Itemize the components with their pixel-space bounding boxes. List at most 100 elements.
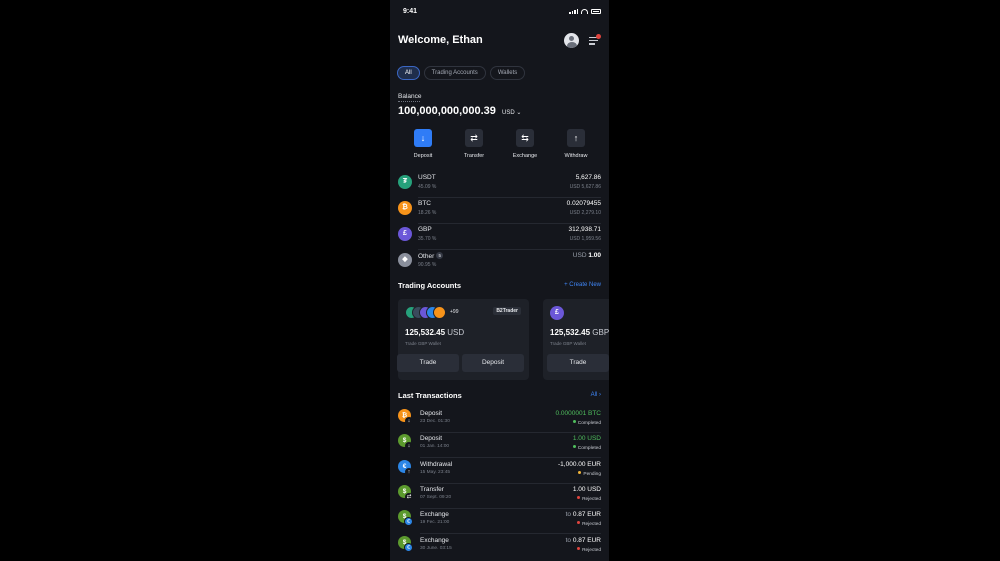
status-badge: Completed bbox=[572, 445, 601, 451]
account-balance: 125,532.45 GBP bbox=[550, 328, 609, 337]
asset-row-gbp[interactable]: £ GBP 35.70 % 312,938.71 USD 1,959.56 bbox=[398, 224, 601, 250]
status-badge: Pending bbox=[578, 471, 601, 477]
deposit-action[interactable]: ↓ Deposit bbox=[398, 129, 448, 159]
euro-icon: € bbox=[404, 543, 413, 552]
status-time: 9:41 bbox=[403, 8, 418, 15]
tab-wallets[interactable]: Wallets bbox=[489, 66, 526, 80]
quick-actions: ↓ Deposit ⇄ Transfer ⇆ Exchange ↑ Withdr… bbox=[398, 129, 601, 159]
status-badge: Completed bbox=[572, 420, 601, 426]
transaction-type: Exchange bbox=[420, 511, 449, 518]
asset-usd-value: USD 2,279.10 bbox=[569, 210, 601, 216]
divider bbox=[420, 457, 601, 458]
transaction-row[interactable]: $ ↓ Deposit 01 Jan. 14:00 1.00 USD Compl… bbox=[398, 433, 601, 458]
asset-amount: 5,627.86 bbox=[575, 174, 601, 181]
asset-amount: 0.02079455 bbox=[566, 200, 601, 207]
transaction-amount: 0.0000001 BTC bbox=[555, 410, 601, 417]
wifi-icon bbox=[581, 8, 588, 14]
trading-account-card[interactable]: +99 B2Trader 125,532.45 USD Trade GBP Wa… bbox=[397, 299, 529, 380]
asset-amount: USD 1.00 bbox=[572, 252, 601, 259]
all-transactions-link[interactable]: All › bbox=[591, 392, 601, 398]
arrow-down-icon: ↓ bbox=[414, 129, 432, 147]
transaction-date: 23 Dec. 01:30 bbox=[420, 419, 450, 424]
trade-button[interactable]: Trade bbox=[397, 354, 459, 372]
divider bbox=[420, 533, 601, 534]
create-new-link[interactable]: + Create New bbox=[564, 282, 601, 288]
trading-account-card[interactable]: £ 125,532.45 GBP Trade GBP Wallet Trade bbox=[543, 299, 609, 380]
transfer-action[interactable]: ⇄ Transfer bbox=[449, 129, 499, 159]
transfer-icon: ⇄ bbox=[465, 129, 483, 147]
currency-label: USD bbox=[502, 110, 515, 116]
tab-trading-accounts[interactable]: Trading Accounts bbox=[423, 66, 486, 80]
bitcoin-icon: ₿ bbox=[398, 201, 412, 215]
signal-icon bbox=[569, 8, 578, 14]
arrow-up-icon: ↑ bbox=[405, 468, 413, 476]
asset-share: 90.95 % bbox=[418, 262, 437, 268]
trade-button[interactable]: Trade bbox=[547, 354, 609, 372]
status-icons bbox=[569, 8, 601, 14]
filter-tabs: All Trading Accounts Wallets bbox=[397, 66, 526, 80]
asset-symbol: USDT bbox=[418, 174, 436, 181]
withdraw-action[interactable]: ↑ Withdraw bbox=[551, 129, 601, 159]
euro-icon: € bbox=[404, 517, 413, 526]
transaction-amount: 1.00 USD bbox=[572, 486, 601, 493]
arrow-down-icon: ↓ bbox=[405, 442, 413, 450]
transaction-type: Exchange bbox=[420, 537, 449, 544]
avatar[interactable] bbox=[564, 33, 579, 48]
asset-share: 35.70 % bbox=[418, 236, 437, 242]
notification-dot bbox=[596, 34, 601, 39]
other-assets-icon: ◆ bbox=[398, 253, 412, 267]
transaction-amount: to 0.87 EUR bbox=[565, 511, 601, 518]
status-badge: Rejected bbox=[577, 496, 601, 502]
transaction-row[interactable]: € ↑ Withdrawal 15 May. 23:45 -1,000.00 E… bbox=[398, 459, 601, 484]
asset-share: 45.09 % bbox=[418, 184, 437, 190]
asset-symbol: GBP bbox=[418, 226, 432, 233]
deposit-label: Deposit bbox=[413, 153, 433, 159]
transaction-row[interactable]: $ ⇄ Transfer 07 Sept. 09:20 1.00 USD Rej… bbox=[398, 484, 601, 509]
chevron-down-icon: ⌄ bbox=[516, 110, 522, 116]
asset-symbol: Other 5 bbox=[418, 252, 444, 260]
transfer-label: Transfer bbox=[463, 153, 485, 159]
transfer-icon: ⇄ bbox=[405, 493, 413, 501]
transaction-amount: -1,000.00 EUR bbox=[558, 461, 601, 468]
pound-icon: £ bbox=[550, 306, 564, 320]
transaction-row[interactable]: $ € Exchange 30 June. 03:15 to 0.87 EUR … bbox=[398, 535, 601, 560]
tab-all[interactable]: All bbox=[397, 66, 420, 80]
coin-stack: +99 bbox=[405, 306, 465, 320]
arrow-up-icon: ↑ bbox=[567, 129, 585, 147]
currency-selector[interactable]: USD ⌄ bbox=[502, 109, 521, 116]
pound-icon: £ bbox=[398, 227, 412, 241]
asset-usd-value: USD 5,627.86 bbox=[569, 184, 601, 190]
chevron-right-icon: › bbox=[599, 392, 601, 398]
count-badge: 5 bbox=[436, 252, 444, 259]
transaction-date: 19 Fec. 21:00 bbox=[420, 520, 450, 525]
transaction-date: 01 Jan. 14:00 bbox=[420, 444, 450, 449]
balance-underline bbox=[398, 101, 420, 102]
asset-row-other[interactable]: ◆ Other 5 90.95 % USD 1.00 bbox=[398, 250, 601, 276]
battery-icon bbox=[591, 8, 601, 14]
arrow-down-icon: ↓ bbox=[405, 417, 413, 425]
more-count: +99 bbox=[450, 309, 459, 315]
status-badge: Rejected bbox=[577, 521, 601, 527]
transaction-row[interactable]: ₿ ↓ Deposit 23 Dec. 01:30 0.0000001 BTC … bbox=[398, 408, 601, 433]
last-transactions-title: Last Transactions bbox=[398, 391, 462, 400]
menu-icon[interactable] bbox=[589, 34, 601, 45]
page-title: Welcome, Ethan bbox=[398, 34, 483, 46]
account-note: Trade GBP Wallet bbox=[550, 341, 586, 346]
exchange-action[interactable]: ⇆ Exchange bbox=[500, 129, 550, 159]
phone-screen: 9:41 Welcome, Ethan All Trading Accounts… bbox=[390, 0, 609, 561]
asset-usd-value: USD 1,959.56 bbox=[569, 236, 601, 242]
exchange-icon: ⇆ bbox=[516, 129, 534, 147]
asset-share: 18.26 % bbox=[418, 210, 437, 216]
transaction-row[interactable]: $ € Exchange 19 Fec. 21:00 to 0.87 EUR R… bbox=[398, 509, 601, 534]
exchange-label: Exchange bbox=[512, 153, 538, 159]
asset-row-usdt[interactable]: ₮ USDT 45.09 % 5,627.86 USD 5,627.86 bbox=[398, 172, 601, 198]
deposit-button[interactable]: Deposit bbox=[462, 354, 524, 372]
status-bar: 9:41 bbox=[390, 8, 609, 18]
account-note: Trade GBP Wallet bbox=[405, 341, 441, 346]
transaction-date: 30 June. 03:15 bbox=[420, 546, 452, 551]
balance-amount: 100,000,000,000.39 bbox=[398, 105, 496, 117]
tether-icon: ₮ bbox=[398, 175, 412, 189]
asset-amount: 312,938.71 bbox=[568, 226, 601, 233]
transaction-type: Transfer bbox=[420, 486, 444, 493]
asset-row-btc[interactable]: ₿ BTC 18.26 % 0.02079455 USD 2,279.10 bbox=[398, 198, 601, 224]
